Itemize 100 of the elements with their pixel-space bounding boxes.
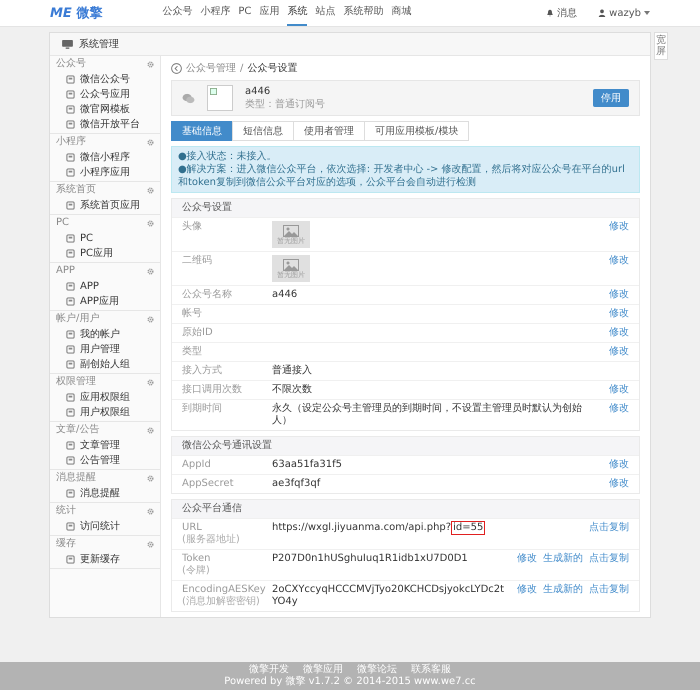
nav-tab[interactable]: 系统帮助 (343, 0, 384, 26)
square-icon (66, 234, 75, 243)
action-link[interactable]: 修改 (517, 584, 537, 596)
gear-icon[interactable] (147, 508, 154, 514)
square-icon (66, 345, 75, 354)
tab[interactable]: 短信信息 (232, 121, 294, 141)
square-icon (66, 120, 75, 129)
group-title: 公众号 (56, 58, 86, 70)
account-name: a446 (245, 85, 272, 98)
gear-icon[interactable] (147, 60, 154, 68)
action-link[interactable]: 修改 (609, 346, 629, 358)
sidebar-item[interactable]: APP应用 (50, 294, 160, 309)
sidebar-item[interactable]: 用户管理 (50, 342, 160, 357)
sidebar-item[interactable]: 小程序应用 (50, 165, 160, 180)
gear-icon[interactable] (147, 378, 154, 386)
nav-tab[interactable]: 系统 (287, 0, 308, 26)
action-link[interactable]: 点击复制 (589, 522, 629, 534)
action-link[interactable]: 点击复制 (589, 553, 629, 565)
action-link[interactable]: 生成新的 (543, 584, 583, 596)
nav-tab[interactable]: PC (238, 0, 252, 26)
section-title: 公众平台通信 (182, 503, 242, 514)
sidebar-item[interactable]: 文章管理 (50, 438, 160, 453)
group-title: PC (56, 217, 70, 229)
logo[interactable]: ME 微擎 (50, 4, 102, 22)
gear-icon[interactable] (147, 186, 154, 194)
action-link[interactable]: 修改 (609, 403, 629, 415)
sidebar-item[interactable]: 微信公众号 (50, 72, 160, 87)
square-icon (66, 105, 75, 114)
action-link[interactable]: 修改 (609, 384, 629, 396)
action-link[interactable]: 修改 (609, 255, 629, 267)
breadcrumb-current: 公众号设置 (247, 62, 298, 75)
action-link[interactable]: 修改 (609, 327, 629, 339)
nav-tab[interactable]: 应用 (259, 0, 280, 26)
action-link[interactable]: 生成新的 (543, 553, 583, 565)
monitor-icon (62, 40, 73, 48)
breadcrumb-link[interactable]: 公众号管理 (186, 61, 236, 75)
image-icon (283, 258, 299, 270)
tab[interactable]: 使用者管理 (293, 121, 365, 141)
tab[interactable]: 可用应用模板/模块 (364, 121, 470, 141)
action-link[interactable]: 修改 (609, 478, 629, 490)
alert-text: ●解决方案：进入微信公众平台，依次选择: 开发者中心 -> 修改配置，然后将对应公众号在平台的url和token复制到微信公众平台对应的选项，公众平台会自动进行检测 (178, 163, 626, 189)
disable-button[interactable]: 停用 (593, 89, 629, 107)
nav-tab[interactable]: 商城 (391, 0, 412, 26)
account-type: 类型：普通订阅号 (245, 98, 325, 111)
sidebar-item[interactable]: 微官网模板 (50, 102, 160, 117)
messages-link[interactable]: 消息 (557, 6, 578, 20)
group-title: 帐户/用户 (56, 313, 100, 325)
square-icon (66, 201, 75, 210)
field-label: Token (182, 553, 212, 565)
gear-icon[interactable] (147, 316, 154, 322)
action-link[interactable]: 修改 (609, 221, 629, 233)
sidebar-item[interactable]: APP (50, 279, 160, 294)
sidebar-item[interactable]: 消息提醒 (50, 486, 160, 501)
field-value: 不限次数 (272, 384, 312, 396)
field-hint: (令牌) (182, 565, 211, 577)
nav-tab[interactable]: 站点 (315, 0, 336, 26)
square-icon (66, 153, 75, 162)
sidebar-item[interactable]: 应用权限组 (50, 390, 160, 405)
wide-screen-toggle[interactable]: 宽屏 (654, 32, 668, 60)
square-icon (66, 297, 75, 306)
action-link[interactable]: 修改 (517, 553, 537, 565)
action-link[interactable]: 修改 (609, 459, 629, 471)
sidebar-item[interactable]: 公告管理 (50, 453, 160, 468)
highlighted-text: id=55 (452, 522, 484, 534)
action-link[interactable]: 修改 (609, 308, 629, 320)
sidebar-item[interactable]: 微信开放平台 (50, 117, 160, 132)
field-label: AppSecret (182, 478, 234, 490)
sidebar-item[interactable]: 用户权限组 (50, 405, 160, 420)
sidebar-item[interactable]: 微信小程序 (50, 150, 160, 165)
copyright-text: Powered by 微擎 v1.7.2 © 2014-2015 www.we7.cc (223, 676, 477, 688)
sidebar-item[interactable]: 副创始人组 (50, 357, 160, 372)
action-link[interactable]: 点击复制 (589, 584, 629, 596)
user-menu[interactable]: wazyb (609, 8, 641, 18)
action-link[interactable]: 修改 (609, 289, 629, 301)
field-value: 2oCXYccyqHCCCMVjTyo20KCHCDsjyokcLYDc2tYO4y (272, 584, 506, 608)
sidebar-item[interactable]: 访问统计 (50, 519, 160, 534)
field-label: 原始ID (182, 327, 214, 339)
sidebar-item[interactable]: PC (50, 231, 160, 246)
group-title: 消息提醒 (56, 472, 96, 484)
gear-icon[interactable] (147, 220, 154, 226)
gear-icon[interactable] (147, 474, 154, 482)
square-icon (66, 489, 75, 498)
sidebar-item[interactable]: 我的帐户 (50, 327, 160, 342)
nav-tab[interactable]: 小程序 (200, 0, 230, 26)
sidebar-item[interactable]: PC应用 (50, 246, 160, 261)
sidebar-item[interactable]: 更新缓存 (50, 552, 160, 567)
sidebar-item[interactable]: 公众号应用 (50, 87, 160, 102)
back-icon[interactable] (171, 62, 182, 74)
field-label: 到期时间 (182, 403, 223, 415)
square-icon (66, 249, 75, 258)
gear-icon[interactable] (147, 426, 154, 434)
gear-icon[interactable] (147, 540, 154, 548)
panel-title: 系统管理 (79, 38, 119, 51)
sidebar-item[interactable]: 系统首页应用 (50, 198, 160, 213)
nav-tab[interactable]: 公众号 (162, 0, 192, 26)
user-icon (598, 9, 606, 17)
gear-icon[interactable] (147, 138, 154, 146)
gear-icon[interactable] (147, 268, 154, 274)
tab[interactable]: 基础信息 (171, 121, 233, 141)
group-title: 系统首页 (56, 184, 96, 196)
